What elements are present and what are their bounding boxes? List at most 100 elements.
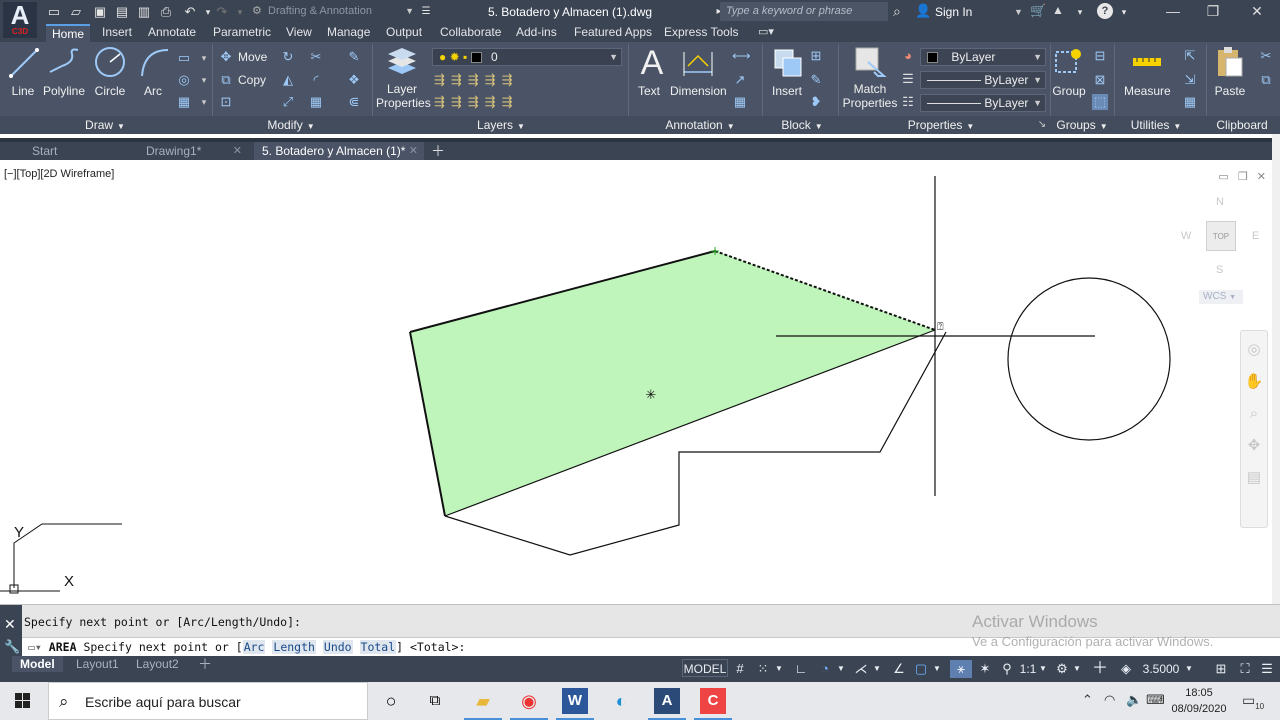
wrench-icon[interactable]: 🔧 — [4, 639, 20, 655]
tab-output[interactable]: Output — [380, 24, 428, 42]
task-view-icon[interactable]: ⧉ — [422, 688, 448, 714]
dimension-button[interactable]: Dimension — [670, 44, 727, 98]
layout-tab-model[interactable]: Model — [12, 656, 63, 672]
file-explorer-icon[interactable]: ▰ — [464, 688, 502, 720]
taskbar-search-box[interactable]: ⌕ Escribe aquí para buscar — [48, 682, 368, 720]
paste-button[interactable]: Paste — [1210, 44, 1250, 98]
insert-block-button[interactable]: Insert — [768, 44, 806, 98]
color-wheel-icon[interactable]: ◕ — [900, 48, 916, 64]
layer-dropdown[interactable]: ● ✹ ▪ 0 ▼ — [432, 48, 622, 66]
file-tab-start[interactable]: Start — [24, 142, 134, 160]
chevron-down-icon[interactable]: ▼ — [932, 660, 942, 678]
recorder-app-icon[interactable]: C — [694, 688, 732, 720]
rectangle-icon[interactable]: ▭ — [176, 50, 192, 66]
trim-icon[interactable]: ✂ — [308, 49, 324, 65]
select-all-icon[interactable]: ⇲ — [1182, 72, 1198, 88]
chevron-down-icon[interactable]: ▾ — [1116, 4, 1132, 20]
groups-panel-title[interactable]: Groups ▼ — [1050, 116, 1114, 134]
color-dropdown[interactable]: ByLayer ▼ — [920, 48, 1046, 66]
linear-dim-icon[interactable]: ⟷ — [732, 48, 751, 64]
autocad-taskbar-icon[interactable]: A — [648, 688, 686, 720]
tab-parametric[interactable]: Parametric — [207, 24, 277, 42]
copy-button[interactable]: ⧉ Copy — [216, 71, 266, 89]
compass-north[interactable]: N — [1216, 196, 1224, 208]
new-file-icon[interactable]: ▭ — [46, 4, 62, 20]
cart-icon[interactable]: 🛒 — [1030, 3, 1046, 19]
zoom-extents-icon[interactable]: ⌕ — [1241, 401, 1267, 427]
wcs-menu[interactable]: WCS ▼ — [1199, 290, 1243, 304]
workspace-switcher[interactable]: ⚙ Drafting & Annotation ▼ — [250, 2, 416, 21]
new-tab-icon[interactable]: ＋ — [428, 142, 448, 160]
layout-tab-layout1[interactable]: Layout1 — [68, 656, 127, 672]
sign-in-link[interactable]: Sign In — [935, 0, 972, 24]
polyline-button[interactable]: Polyline — [42, 44, 86, 98]
drawing-canvas[interactable]: [−][Top][2D Wireframe] ▭ ❐ ✕ ✳ ⍰ Y X N W… — [0, 160, 1272, 604]
a360-icon[interactable]: ▲ — [1052, 3, 1064, 17]
ortho-icon[interactable]: ∟ — [792, 660, 810, 678]
gradient-icon[interactable]: ▦ — [176, 94, 192, 110]
text-button[interactable]: A Text — [634, 44, 664, 98]
clean-screen-icon[interactable]: ⛶ — [1236, 660, 1254, 678]
leader-icon[interactable]: ↗ — [732, 72, 748, 88]
create-block-icon[interactable]: ⊞ — [808, 48, 824, 64]
close-tab-icon[interactable]: ✕ — [233, 142, 242, 160]
command-option-undo[interactable]: Undo — [322, 640, 353, 654]
block-panel-title[interactable]: Block ▼ — [770, 116, 834, 134]
help-search-input[interactable]: Type a keyword or phrase — [720, 2, 888, 21]
quick-properties-icon[interactable]: ⊞ — [1212, 660, 1230, 678]
chevron-down-icon[interactable]: ▾ — [196, 72, 212, 88]
redo-icon[interactable]: ↷ — [214, 4, 230, 20]
calculator-icon[interactable]: ▦ — [1182, 94, 1198, 110]
steering-wheel-icon[interactable]: ◎ — [1241, 337, 1267, 363]
clipboard-panel-title[interactable]: Clipboard — [1210, 116, 1274, 134]
lineweight-icon[interactable]: ☷ — [900, 94, 916, 110]
chevron-down-icon[interactable]: ▼ — [1038, 660, 1048, 678]
plot-icon[interactable]: ⎙ — [158, 4, 174, 20]
add-layout-icon[interactable]: ＋ — [190, 656, 220, 672]
chevron-down-icon[interactable]: ▾ — [196, 50, 212, 66]
command-option-total[interactable]: Total — [359, 640, 397, 654]
cut-icon[interactable]: ✂ — [1258, 48, 1274, 64]
circle-button[interactable]: Circle — [90, 44, 130, 98]
tab-manage[interactable]: Manage — [321, 24, 376, 42]
open-folder-icon[interactable]: ▱ — [68, 4, 84, 20]
close-icon[interactable]: ✕ — [1234, 0, 1280, 24]
measure-button[interactable]: Measure — [1124, 44, 1171, 98]
start-button[interactable] — [0, 682, 46, 720]
chevron-down-icon[interactable]: ▾ — [196, 94, 212, 110]
compass-south[interactable]: S — [1216, 264, 1223, 276]
tab-annotate[interactable]: Annotate — [142, 24, 202, 42]
ribbon-minimize-icon[interactable]: ▭▾ — [752, 24, 780, 42]
notifications-icon[interactable]: ▭10 — [1242, 692, 1264, 711]
scale-icon[interactable]: ⤢ — [280, 94, 296, 110]
save-as-icon[interactable]: ▤ — [114, 4, 130, 20]
chrome-icon[interactable]: ◉ — [510, 688, 548, 720]
group-select-icon[interactable]: ⬚ — [1092, 94, 1108, 110]
chevron-down-icon[interactable]: ▼ — [1014, 0, 1023, 24]
volume-icon[interactable]: 🔈 — [1126, 692, 1142, 708]
chevron-down-icon[interactable]: ▼ — [1072, 660, 1082, 678]
isodraft-icon[interactable]: ⋌ — [852, 660, 870, 678]
showmotion-icon[interactable]: ▤ — [1241, 465, 1267, 491]
modify-panel-title[interactable]: Modify ▼ — [246, 116, 336, 134]
close-icon[interactable]: ✕ — [4, 617, 16, 631]
command-option-length[interactable]: Length — [272, 640, 316, 654]
undo-icon[interactable]: ↶ — [182, 4, 198, 20]
tab-featured-apps[interactable]: Featured Apps — [568, 24, 658, 42]
layers-panel-title[interactable]: Layers ▼ — [456, 116, 546, 134]
viewcube-top-face[interactable]: TOP — [1206, 221, 1236, 251]
compass-west[interactable]: W — [1181, 230, 1191, 242]
mirror-icon[interactable]: ◭ — [280, 72, 296, 88]
snap-mode-icon[interactable]: ⁙ — [754, 660, 772, 678]
grid-icon[interactable]: # — [732, 660, 748, 678]
show-hidden-icons-icon[interactable]: ⌃ — [1082, 692, 1093, 708]
save-icon[interactable]: ▣ — [92, 4, 108, 20]
rotate-icon[interactable]: ↻ — [280, 49, 296, 65]
array-icon[interactable]: ▦ — [308, 94, 324, 110]
binoculars-search-icon[interactable]: ⌕ — [893, 3, 901, 20]
group-button[interactable]: Group — [1052, 44, 1086, 98]
explode-icon[interactable]: ❖ — [346, 72, 362, 88]
quick-select-icon[interactable]: ⇱ — [1182, 48, 1198, 64]
table-icon[interactable]: ▦ — [732, 94, 748, 110]
edge-icon[interactable]: ◐ — [608, 688, 634, 714]
